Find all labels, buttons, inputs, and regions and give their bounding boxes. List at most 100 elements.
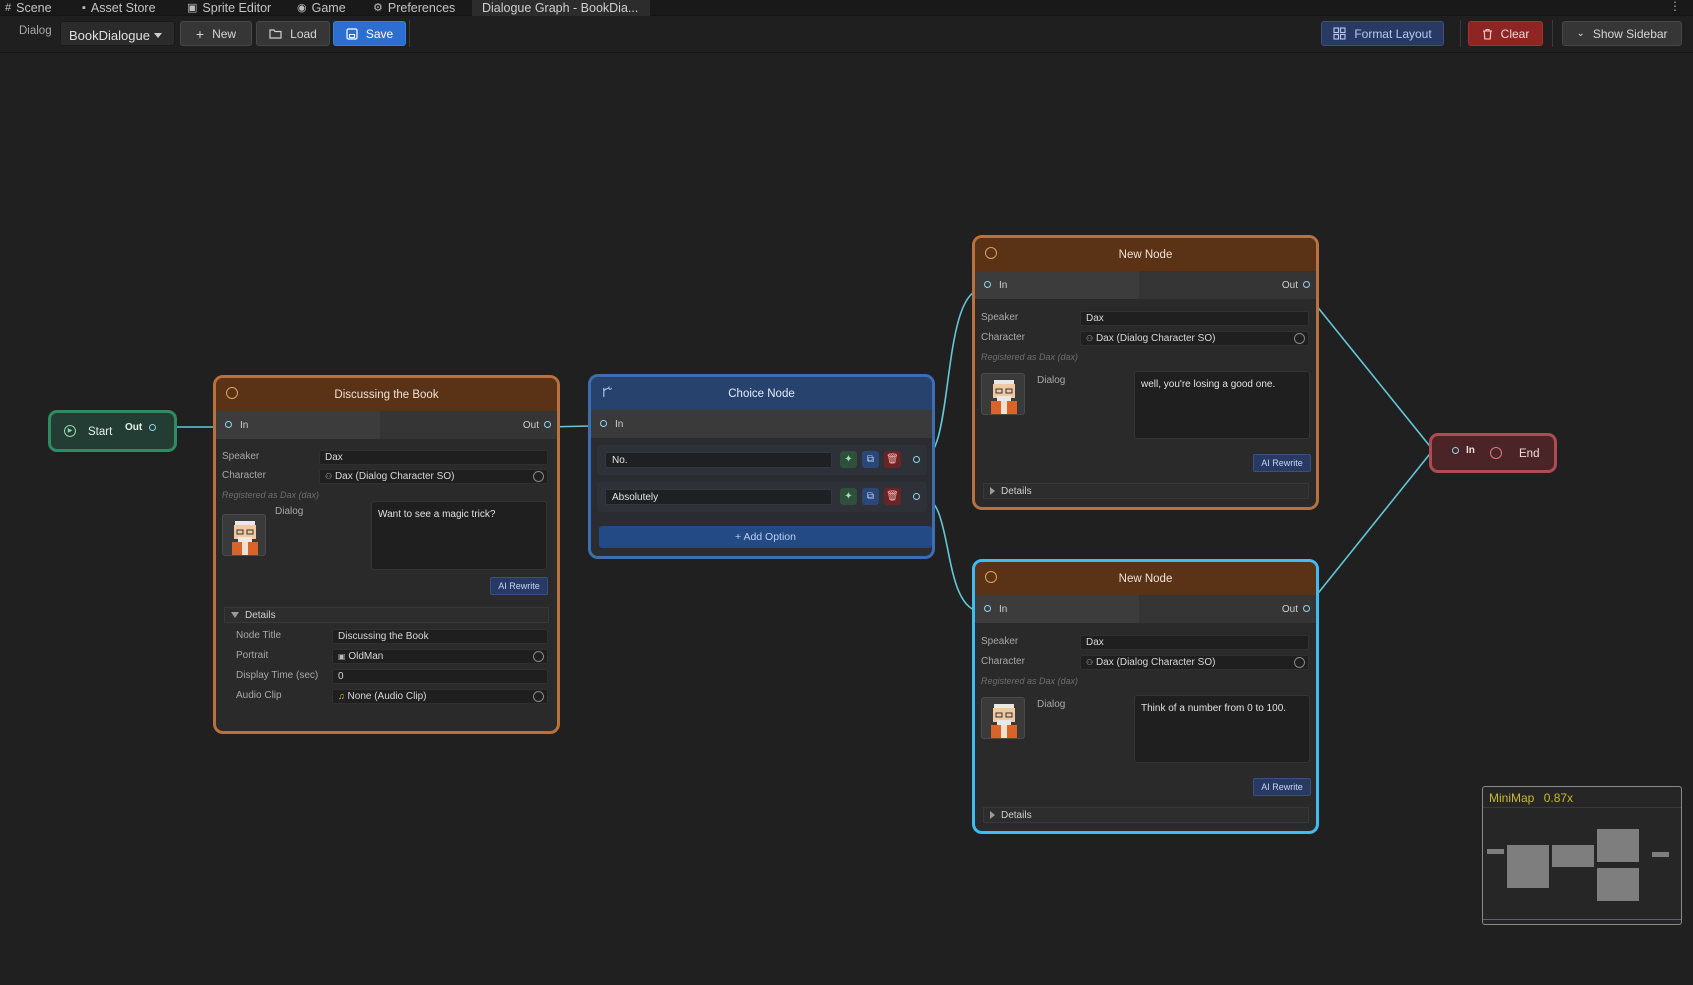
option-out-port[interactable] [913,493,920,500]
in-port[interactable] [984,605,991,612]
object-picker-icon[interactable] [1294,333,1305,344]
display-time-field[interactable]: 0 [332,669,548,684]
out-port[interactable] [544,421,551,428]
audio-clip-field[interactable]: ♫ None (Audio Clip) [332,689,548,704]
tab-scene[interactable]: # Scene [5,0,52,16]
end-in-label: In [1466,445,1475,456]
load-button[interactable]: Load [256,21,330,46]
tab-game[interactable]: ◉ Game [297,0,346,16]
out-port[interactable] [1303,281,1310,288]
display-time-value: 0 [338,671,344,682]
portrait-field[interactable]: ▣ OldMan [332,649,548,664]
tab-label: Game [311,0,346,15]
show-sidebar-button[interactable]: ⌄ Show Sidebar [1562,21,1682,46]
triangle-right-icon [990,487,995,495]
audio-clip-value: None (Audio Clip) [347,691,427,702]
tab-label: Scene [16,0,52,15]
node-title-field[interactable]: Discussing the Book [332,629,548,644]
display-time-label: Display Time (sec) [236,670,319,681]
option-text-field[interactable]: No. [605,452,832,468]
dialog-text-area[interactable]: Want to see a magic trick? [371,501,547,570]
option-text-field[interactable]: Absolutely [605,489,832,505]
option-text: Absolutely [612,492,659,503]
more-options-icon[interactable]: ⋮ [1669,0,1681,12]
character-field[interactable]: ⚇ Dax (Dialog Character SO) [1080,331,1309,346]
edge-node3-to-end [1302,449,1434,613]
minimap-divider [1483,807,1681,808]
tab-preferences[interactable]: ⚙ Preferences [373,0,455,16]
save-button[interactable]: Save [333,21,406,46]
in-port[interactable] [600,420,607,427]
option-out-port[interactable] [913,456,920,463]
node-header[interactable]: New Node [975,562,1316,595]
object-picker-icon[interactable] [533,691,544,702]
format-layout-button[interactable]: Format Layout [1321,21,1444,46]
tab-dialogue-graph[interactable]: Dialogue Graph - BookDia... [472,0,651,16]
dialog-select[interactable]: BookDialogue [60,21,175,46]
speaker-label: Speaker [222,451,260,462]
duplicate-icon[interactable]: ⧉ [862,451,879,468]
magic-wand-icon[interactable]: ✦ [840,451,857,468]
out-label: Out [1281,604,1298,615]
ai-rewrite-button[interactable]: AI Rewrite [490,577,548,595]
out-label: Out [522,420,539,431]
details-foldout[interactable]: Details [983,483,1309,499]
character-field[interactable]: ⚇ Dax (Dialog Character SO) [319,469,548,484]
dialog-text: well, you're losing a good one. [1141,379,1276,390]
object-picker-icon[interactable] [533,651,544,662]
node-header[interactable]: New Node [975,238,1316,271]
end-in-port[interactable] [1452,447,1459,454]
add-option-button[interactable]: + Add Option [599,526,932,548]
magic-wand-icon[interactable]: ✦ [840,488,857,505]
object-picker-icon[interactable] [1294,657,1305,668]
dialog-text-area[interactable]: Think of a number from 0 to 100. [1134,695,1310,763]
node-header[interactable]: Discussing the Book [216,378,557,411]
speaker-field[interactable]: Dax [1080,635,1309,650]
dialog-node-new-node-2[interactable]: New Node In Out Speaker Dax Character ⚇ … [972,559,1319,834]
choice-option-row: Absolutely ✦ ⧉ 🗑 [597,482,927,512]
speaker-field[interactable]: Dax [319,450,548,465]
details-label: Details [245,610,276,621]
clear-button-label: Clear [1500,26,1530,41]
oldman-portrait-icon [991,380,1017,414]
speaker-field[interactable]: Dax [1080,311,1309,326]
minimap[interactable]: MiniMap 0.87x [1482,786,1682,925]
character-field[interactable]: ⚇ Dax (Dialog Character SO) [1080,655,1309,670]
clear-button[interactable]: Clear [1468,21,1543,46]
trash-icon[interactable]: 🗑 [884,451,901,468]
ai-rewrite-button[interactable]: AI Rewrite [1253,778,1311,796]
gear-icon: ⚙ [373,1,383,14]
trash-icon[interactable]: 🗑 [884,488,901,505]
in-label: In [999,280,1008,291]
portrait-label: Portrait [236,650,269,661]
tab-asset-store[interactable]: ▪ Asset Store [82,0,156,16]
ai-rewrite-label: AI Rewrite [498,581,540,591]
layout-grid-icon [1333,27,1346,40]
choice-node[interactable]: Choice Node In No. ✦ ⧉ 🗑 Absolutely ✦ ⧉ … [588,374,935,559]
start-out-port[interactable] [149,424,156,431]
node-io-row: In Out [975,595,1316,623]
object-picker-icon[interactable] [533,471,544,482]
details-foldout[interactable]: Details [983,807,1309,823]
dialog-node-discussing-the-book[interactable]: Discussing the Book In Out Speaker Dax C… [213,375,560,734]
node-io-row: In Out [216,411,557,439]
in-port[interactable] [984,281,991,288]
save-icon [346,27,358,40]
in-port[interactable] [225,421,232,428]
ai-rewrite-button[interactable]: AI Rewrite [1253,454,1311,472]
portrait-image [222,514,266,556]
dialog-node-new-node-1[interactable]: New Node In Out Speaker Dax Character ⚇ … [972,235,1319,510]
node-header[interactable]: Choice Node [591,377,932,410]
end-node[interactable]: In End [1429,433,1557,473]
sprite-icon: ▣ [187,1,198,14]
duplicate-icon[interactable]: ⧉ [862,488,879,505]
dialog-text-area[interactable]: well, you're losing a good one. [1134,371,1310,439]
start-node[interactable]: ▶ Start Out [48,410,177,452]
tab-sprite-editor[interactable]: ▣ Sprite Editor [187,0,271,16]
out-port[interactable] [1303,605,1310,612]
new-button[interactable]: + New [180,21,252,46]
details-foldout[interactable]: Details [224,607,549,623]
portrait-image [981,373,1025,415]
chevron-down-icon: ⌄ [1576,28,1585,39]
graph-toolbar: Dialog BookDialogue + New Load Save Form… [0,16,1693,53]
